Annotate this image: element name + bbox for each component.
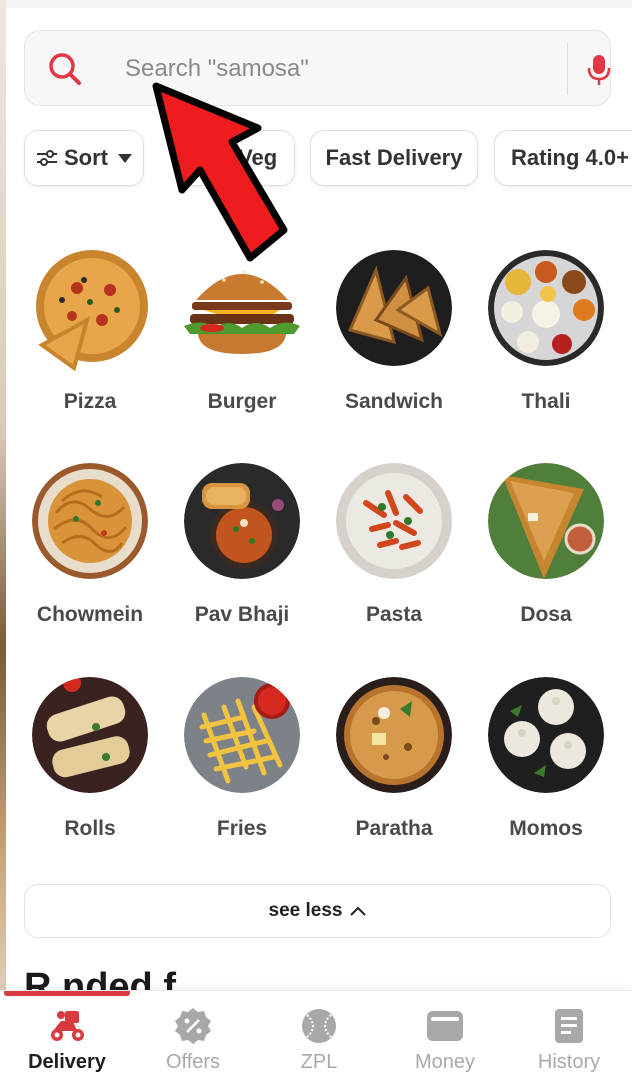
sandwich-image: [336, 250, 452, 366]
rating-label: Rating 4.0+: [511, 145, 629, 170]
sort-label: Sort: [64, 145, 108, 170]
category-tile[interactable]: Momos: [476, 677, 616, 867]
chowmein-image: [32, 463, 148, 579]
bottom-nav: Delivery Offers ZPL Money History: [0, 990, 632, 1079]
nav-money[interactable]: Money: [382, 1003, 508, 1077]
category-tile[interactable]: Sandwich: [324, 250, 464, 440]
nav-label: Money: [414, 1051, 476, 1073]
thali-image: [488, 250, 604, 366]
momos-image: [488, 677, 604, 793]
history-icon: [555, 1009, 583, 1043]
chevron-up-icon: [350, 906, 367, 916]
category-label: Pizza: [63, 390, 117, 413]
pointer-arrow-annotation: [152, 82, 288, 262]
pav-bhaji-image: [184, 463, 300, 579]
pizza-image: [36, 250, 148, 372]
pasta-image: [336, 463, 452, 579]
category-label: Sandwich: [344, 390, 444, 413]
category-tile[interactable]: Paratha: [324, 677, 464, 867]
scooter-icon: [51, 1011, 84, 1041]
burger-image: [184, 270, 300, 354]
search-icon: [49, 53, 81, 85]
nav-history[interactable]: History: [506, 1003, 632, 1077]
nav-offers[interactable]: Offers: [130, 1003, 256, 1077]
category-label: Thali: [521, 390, 571, 413]
category-label: Pav Bhaji: [194, 603, 290, 626]
category-tile[interactable]: Chowmein: [20, 463, 160, 653]
dosa-image: [488, 463, 604, 579]
category-tile[interactable]: Rolls: [20, 677, 160, 867]
nav-label: History: [537, 1051, 601, 1073]
sort-chip[interactable]: Sort: [24, 130, 144, 186]
rolls-image: [32, 677, 148, 793]
nav-zpl[interactable]: ZPL: [256, 1003, 382, 1077]
category-tile[interactable]: Burger: [172, 250, 312, 440]
category-label: Dosa: [520, 603, 572, 626]
wallet-icon: [427, 1011, 463, 1041]
category-label: Fries: [216, 817, 268, 840]
background-edge: [0, 0, 6, 1079]
fast-delivery-chip[interactable]: Fast Delivery: [310, 130, 478, 186]
category-label: Paratha: [355, 817, 433, 840]
caret-down-icon: [118, 153, 132, 163]
see-less-button[interactable]: see less: [24, 884, 611, 938]
category-label: Chowmein: [36, 603, 144, 626]
fries-image: [184, 677, 300, 793]
category-tile[interactable]: Thali: [476, 250, 616, 440]
category-tile[interactable]: Pasta: [324, 463, 464, 653]
category-tile[interactable]: Pizza: [20, 250, 160, 440]
category-label: Burger: [207, 390, 277, 413]
category-tile[interactable]: Pav Bhaji: [172, 463, 312, 653]
cricket-ball-icon: [302, 1009, 336, 1043]
search-divider: [567, 43, 568, 95]
see-less-label: see less: [268, 900, 343, 921]
mic-icon[interactable]: [585, 53, 613, 87]
top-edge: [6, 0, 632, 8]
paratha-image: [336, 677, 452, 793]
nav-label: Offers: [165, 1051, 221, 1073]
nav-label: ZPL: [300, 1051, 338, 1073]
nav-active-indicator: [4, 991, 130, 996]
fast-delivery-label: Fast Delivery: [325, 145, 463, 170]
category-label: Pasta: [365, 603, 423, 626]
nav-delivery[interactable]: Delivery: [4, 1003, 130, 1077]
category-label: Momos: [509, 817, 583, 840]
category-tile[interactable]: Dosa: [476, 463, 616, 653]
nav-label: Delivery: [28, 1051, 106, 1073]
sort-icon: [37, 150, 57, 166]
category-label: Rolls: [64, 817, 116, 840]
rating-chip[interactable]: Rating 4.0+: [494, 130, 632, 186]
category-tile[interactable]: Fries: [172, 677, 312, 867]
search-bar[interactable]: [24, 30, 611, 106]
discount-badge-icon: [175, 1008, 211, 1044]
